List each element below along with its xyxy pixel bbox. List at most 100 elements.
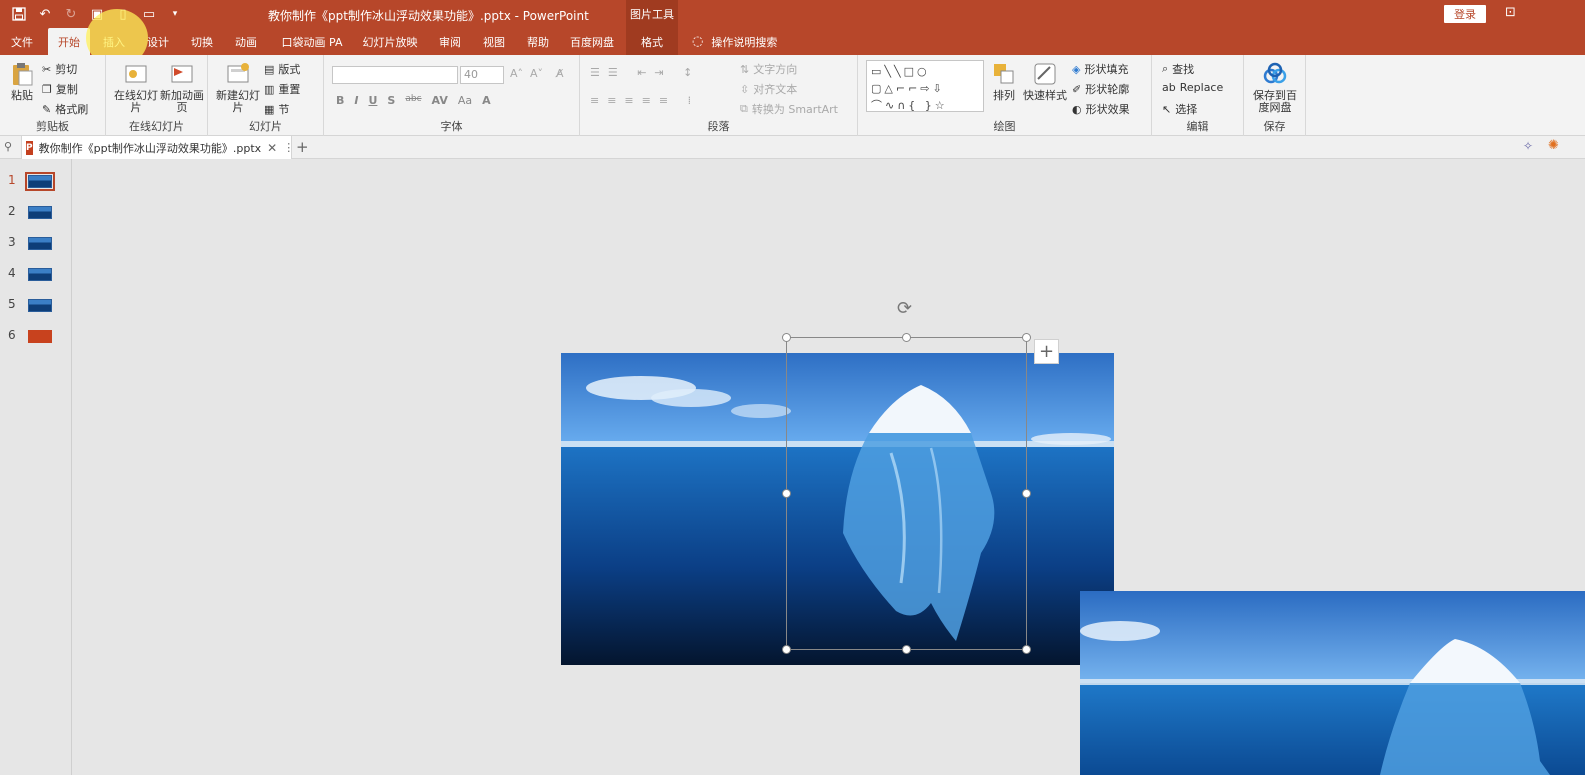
select-button[interactable]: ↖ 选择 (1162, 101, 1197, 117)
tab-slideshow[interactable]: 幻灯片放映 (358, 28, 422, 55)
selection-frame[interactable] (786, 337, 1027, 650)
document-title: 教你制作《ppt制作冰山浮动效果功能》.pptx - PowerPoint (268, 9, 589, 23)
shape-fill-button[interactable]: ◈ 形状填充 (1072, 61, 1128, 77)
change-case-button[interactable]: Aa (458, 94, 472, 107)
char-spacing-button[interactable]: AV (432, 94, 448, 107)
close-tab-icon[interactable]: ✕ (267, 141, 277, 155)
undo-icon[interactable]: ↶ (34, 4, 56, 24)
strikethrough-button[interactable]: abc (405, 94, 421, 107)
align-buttons[interactable]: ≡≡≡≡≡ ⁞ (590, 94, 699, 107)
italic-button[interactable]: I (354, 94, 358, 107)
group-label-online-slides: 在线幻灯片 (129, 120, 184, 133)
replace-button[interactable]: ab Replace (1162, 81, 1223, 94)
shapes-gallery[interactable]: ▭╲╲□○ ▢△⌐⌐⇨⇩ ⌒∿∩{ }☆ (866, 60, 984, 112)
convert-smartart-button[interactable]: ⧉ 转换为 SmartArt (740, 101, 838, 117)
document-tab[interactable]: P 教你制作《ppt制作冰山浮动效果功能》.pptx ✕ ⋮ (21, 136, 294, 159)
tab-home[interactable]: 开始 (48, 28, 90, 55)
cut-button[interactable]: ✂ 剪切 (42, 61, 77, 77)
text-direction-button[interactable]: ⇅ 文字方向 (740, 61, 797, 77)
ribbon: 粘贴 ✂ 剪切 ❐ 复制 ✎ 格式刷 剪贴板 在线幻灯片 新加动画页 在线幻灯片 新建… (0, 55, 1585, 136)
rotate-handle-icon[interactable]: ⟳ (897, 298, 912, 319)
slide-thumbnail-pane: 1 2 3 4 5 6 (0, 159, 72, 775)
save-icon[interactable] (8, 4, 30, 24)
group-label-paragraph: 段落 (707, 120, 730, 133)
layout-button[interactable]: ▤ 版式 (264, 61, 300, 77)
find-button[interactable]: ⌕ 查找 (1162, 61, 1194, 77)
bold-button[interactable]: B (336, 94, 344, 107)
font-family-select[interactable] (332, 66, 458, 84)
slide-thumbnail[interactable]: 5 (0, 293, 70, 317)
customize-qat-icon[interactable]: ▾ (164, 4, 186, 24)
group-online-slides: 在线幻灯片 新加动画页 在线幻灯片 (106, 55, 208, 136)
slide-number: 3 (8, 235, 16, 249)
shadow-button[interactable]: S (387, 94, 395, 107)
section-button[interactable]: ▦ 节 (264, 101, 289, 117)
font-size-select[interactable]: 40 (460, 66, 504, 84)
resize-handle[interactable] (902, 333, 911, 342)
group-font: 40 A˄ A˅ A̸ B I U S abc AV Aa A 字体 (324, 55, 580, 136)
replace-icon: ab (1162, 81, 1176, 94)
slide-thumbnail[interactable]: 3 (0, 231, 70, 255)
settings-gear-icon[interactable]: ✺ (1548, 138, 1559, 153)
tab-list-icon[interactable]: ⚲ (4, 140, 12, 153)
pen-outline-icon: ✐ (1072, 82, 1082, 96)
brush-icon: ✎ (42, 102, 52, 116)
arrange-icon (994, 64, 1014, 84)
underline-button[interactable]: U (368, 94, 377, 107)
slide-thumbnail[interactable]: 1 (0, 169, 70, 193)
document-tab-label: 教你制作《ppt制作冰山浮动效果功能》.pptx (38, 141, 262, 155)
resize-handle[interactable] (782, 645, 791, 654)
redo-icon[interactable]: ↻ (60, 4, 82, 24)
tab-format[interactable]: 格式 (626, 28, 678, 55)
new-anim-page-button[interactable]: 新加动画页 (160, 61, 204, 114)
slide-thumbnail[interactable]: 2 (0, 200, 70, 224)
format-painter-button[interactable]: ✎ 格式刷 (42, 101, 88, 117)
tab-help[interactable]: 帮助 (520, 28, 556, 55)
new-tab-icon[interactable]: + (296, 138, 309, 156)
tab-pocket-animation[interactable]: 口袋动画 PA (276, 28, 348, 55)
tab-more-icon[interactable]: ⋮ (283, 141, 294, 154)
copy-button[interactable]: ❐ 复制 (42, 81, 78, 97)
arrange-button[interactable]: 排列 (986, 61, 1022, 102)
resize-handle[interactable] (782, 489, 791, 498)
add-animation-plus-button[interactable]: + (1034, 339, 1059, 364)
ribbon-display-options-icon[interactable]: ⊡ (1505, 5, 1516, 20)
anim-page-icon (171, 65, 193, 83)
reset-button[interactable]: ▥ 重置 (264, 81, 300, 97)
login-button[interactable]: 登录 (1444, 5, 1486, 23)
shape-effects-button[interactable]: ◐ 形状效果 (1072, 101, 1130, 117)
powerpoint-file-icon: P (26, 140, 33, 155)
reset-icon: ▥ (264, 82, 275, 96)
tab-review[interactable]: 审阅 (432, 28, 468, 55)
shape-outline-button[interactable]: ✐ 形状轮廓 (1072, 81, 1129, 97)
section-icon: ▦ (264, 102, 275, 116)
new-slide-button[interactable]: 新建幻灯片 (214, 61, 262, 114)
resize-handle[interactable] (1022, 645, 1031, 654)
quick-styles-button[interactable]: 快速样式 (1022, 61, 1068, 102)
slide-thumbnail[interactable]: 6 (0, 324, 70, 348)
tab-view[interactable]: 视图 (476, 28, 512, 55)
grow-font-icon[interactable]: A˄ (510, 67, 523, 80)
resize-handle[interactable] (1022, 489, 1031, 498)
resize-handle[interactable] (1022, 333, 1031, 342)
paste-button[interactable]: 粘贴 (6, 61, 38, 102)
shrink-font-icon[interactable]: A˅ (530, 67, 543, 80)
tell-me-search[interactable]: ◌ 操作说明搜索 (692, 28, 777, 55)
slide-thumbnail-image (28, 206, 52, 219)
clear-format-icon[interactable]: A̸ (556, 67, 564, 80)
slide-thumbnail[interactable]: 4 (0, 262, 70, 286)
magic-wand-icon[interactable]: ✧ (1523, 139, 1533, 153)
align-text-button[interactable]: ⇳ 对齐文本 (740, 81, 797, 97)
save-to-baidu-button[interactable]: 保存到百度网盘 (1250, 61, 1300, 114)
tab-animations[interactable]: 动画 (228, 28, 264, 55)
tab-file[interactable]: 文件 (4, 28, 40, 55)
tab-baidu-netdisk[interactable]: 百度网盘 (564, 28, 620, 55)
resize-handle[interactable] (782, 333, 791, 342)
tab-transitions[interactable]: 切换 (184, 28, 220, 55)
resize-handle[interactable] (902, 645, 911, 654)
font-color-button[interactable]: A (482, 94, 491, 107)
online-slides-button[interactable]: 在线幻灯片 (112, 61, 160, 114)
group-label-editing: 编辑 (1186, 120, 1209, 133)
list-buttons[interactable]: ☰☰ ⇤⇥ ↕ (590, 66, 700, 79)
scissors-icon: ✂ (42, 62, 52, 76)
